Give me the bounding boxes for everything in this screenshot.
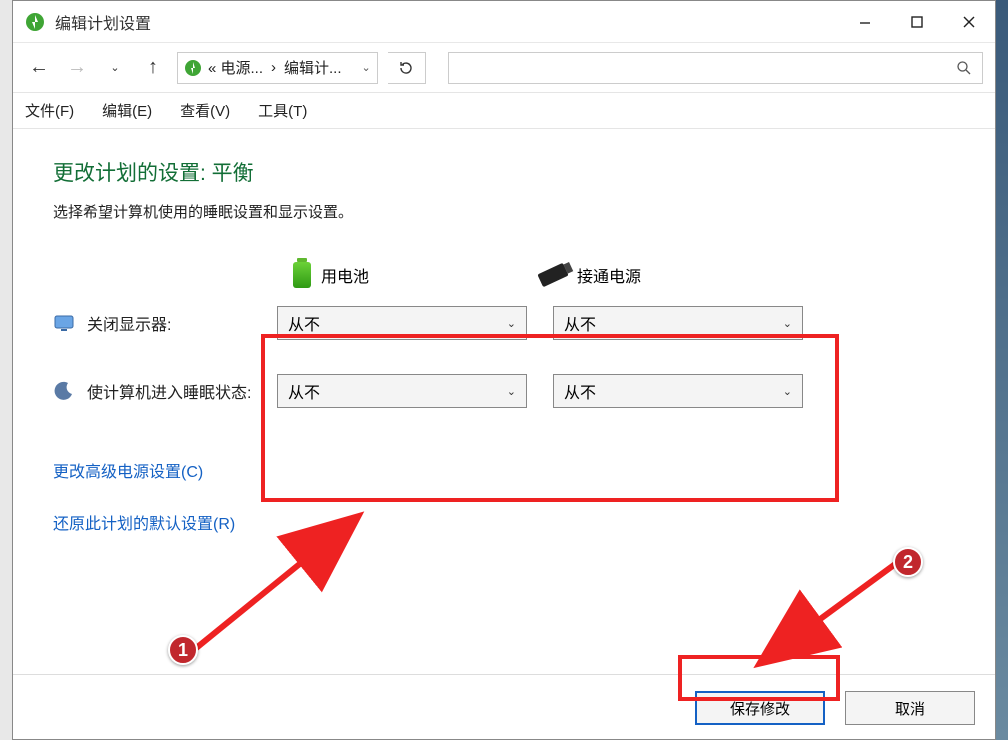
save-button[interactable]: 保存修改 — [695, 691, 825, 725]
restore-defaults-link[interactable]: 还原此计划的默认设置(R) — [53, 510, 955, 534]
moon-icon — [53, 380, 75, 402]
row-sleep: 使计算机进入睡眠状态: 从不⌄ 从不⌄ — [53, 374, 955, 408]
search-icon — [956, 60, 972, 76]
sleep-plugged-dropdown[interactable]: 从不⌄ — [553, 374, 803, 408]
recent-dropdown[interactable]: ⌄ — [101, 54, 129, 82]
plan-title: 更改计划的设置: 平衡 — [53, 157, 955, 187]
content-area: 更改计划的设置: 平衡 选择希望计算机使用的睡眠设置和显示设置。 用电池 接通电… — [13, 129, 995, 590]
battery-icon — [293, 262, 311, 288]
forward-button[interactable]: → — [63, 54, 91, 82]
addr-icon — [184, 59, 202, 77]
window-title: 编辑计划设置 — [55, 10, 151, 34]
power-plan-icon — [25, 12, 45, 32]
up-button[interactable]: ↑ — [139, 54, 167, 82]
display-row-label: 关闭显示器: — [87, 311, 277, 335]
plan-description: 选择希望计算机使用的睡眠设置和显示设置。 — [53, 201, 955, 222]
menu-file[interactable]: 文件(F) — [25, 100, 74, 121]
address-bar[interactable]: « 电源... › 编辑计... ⌄ — [177, 52, 378, 84]
row-display: 关闭显示器: 从不⌄ 从不⌄ — [53, 306, 955, 340]
display-battery-dropdown[interactable]: 从不⌄ — [277, 306, 527, 340]
breadcrumb-dropdown-icon[interactable]: ⌄ — [362, 61, 371, 74]
plug-icon — [537, 263, 568, 288]
maximize-button[interactable] — [891, 1, 943, 43]
chevron-down-icon: ⌄ — [507, 385, 516, 398]
close-button[interactable] — [943, 1, 995, 43]
menu-tools[interactable]: 工具(T) — [258, 100, 307, 121]
menu-bar: 文件(F) 编辑(E) 查看(V) 工具(T) — [13, 93, 995, 129]
window: 编辑计划设置 ← → ⌄ ↑ « 电源... › 编辑计... ⌄ 文件(F) … — [12, 0, 996, 740]
column-battery: 用电池 — [293, 262, 369, 288]
breadcrumb-sep: › — [271, 59, 276, 76]
chevron-down-icon: ⌄ — [507, 317, 516, 330]
nav-bar: ← → ⌄ ↑ « 电源... › 编辑计... ⌄ — [13, 43, 995, 93]
annotation-marker-2: 2 — [893, 547, 923, 577]
sleep-row-label: 使计算机进入睡眠状态: — [87, 379, 277, 403]
chevron-down-icon: ⌄ — [783, 317, 792, 330]
menu-edit[interactable]: 编辑(E) — [102, 100, 152, 121]
column-plugged: 接通电源 — [539, 263, 641, 287]
plugged-label: 接通电源 — [577, 263, 641, 287]
menu-view[interactable]: 查看(V) — [180, 100, 230, 121]
advanced-settings-link[interactable]: 更改高级电源设置(C) — [53, 458, 955, 482]
breadcrumb-seg2: 编辑计... — [284, 57, 342, 78]
breadcrumb-seg1: « 电源... — [208, 57, 263, 78]
search-input[interactable] — [448, 52, 983, 84]
back-button[interactable]: ← — [25, 54, 53, 82]
chevron-down-icon: ⌄ — [783, 385, 792, 398]
minimize-button[interactable] — [839, 1, 891, 43]
sleep-battery-dropdown[interactable]: 从不⌄ — [277, 374, 527, 408]
monitor-icon — [53, 312, 75, 334]
battery-label: 用电池 — [321, 263, 369, 287]
refresh-button[interactable] — [388, 52, 426, 84]
cancel-button[interactable]: 取消 — [845, 691, 975, 725]
titlebar: 编辑计划设置 — [13, 1, 995, 43]
display-plugged-dropdown[interactable]: 从不⌄ — [553, 306, 803, 340]
footer-buttons: 保存修改 取消 — [695, 691, 975, 725]
annotation-marker-1: 1 — [168, 635, 198, 665]
